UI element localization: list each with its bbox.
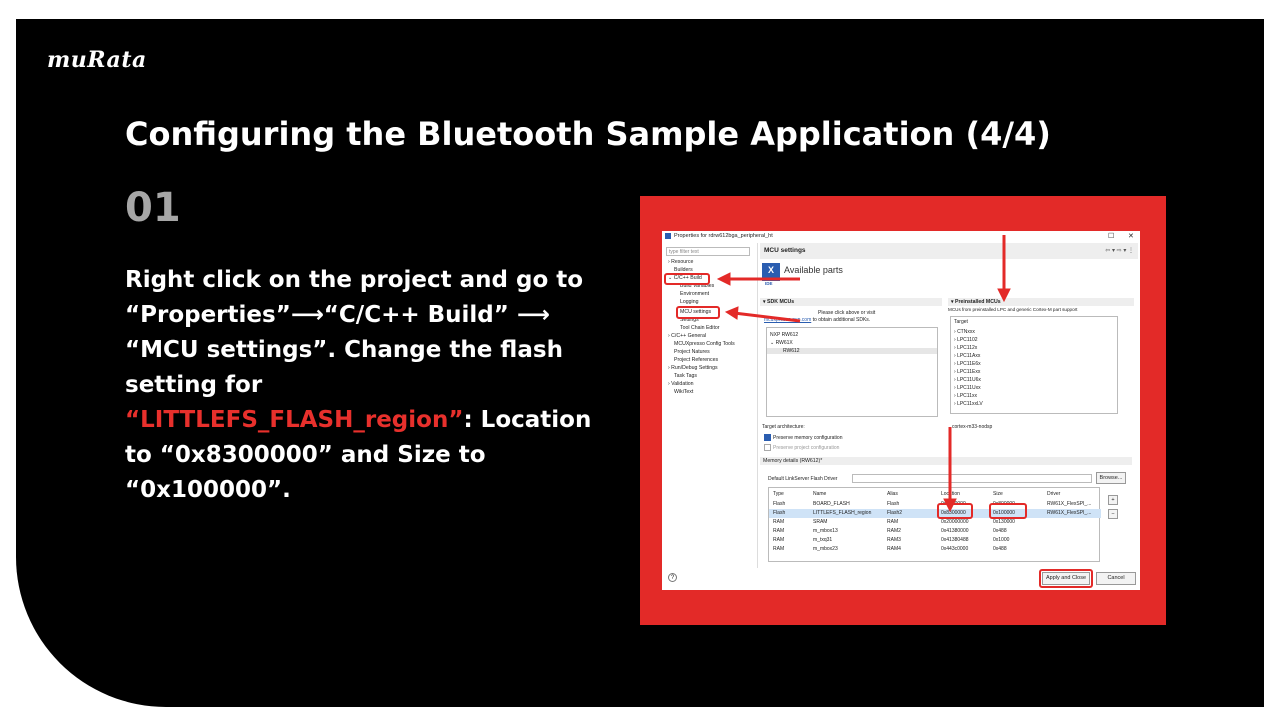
brand-logo: muRata	[47, 47, 147, 73]
location-text: : Location	[463, 407, 592, 433]
cancel-button[interactable]: Cancel	[1096, 572, 1136, 585]
instruction-line: “Properties”⟶“C/C++ Build” ⟶	[125, 298, 645, 333]
filter-input[interactable]: type filter text	[666, 247, 750, 256]
table-row[interactable]: Flash LITTLEFS_FLASH_region Flash2 0x830000…	[769, 509, 1101, 518]
target-item[interactable]: › LPC11xx	[954, 393, 977, 399]
target-item[interactable]: › LPC11Axx	[954, 353, 980, 359]
panel-title: MCU settings	[764, 247, 806, 254]
target-arch-value: cortex-m33-nodsp	[952, 424, 993, 430]
sdk-list: NXP RW612 ⌄ RW61X RW612	[766, 327, 938, 417]
sdk-item-rw61x[interactable]: ⌄ RW61X	[770, 340, 793, 346]
target-item[interactable]: › LPC11U6x	[954, 377, 981, 383]
table-row[interactable]: Flash BOARD_FLASH Flash 0x8000000 0x800000 RW…	[769, 500, 1101, 509]
preserve-project-checkbox[interactable]: Preserve project configuration	[764, 444, 839, 451]
tree-item-natures[interactable]: Project Natures	[674, 349, 710, 355]
checkbox-checked-icon	[764, 434, 771, 441]
sdk-item-rw612[interactable]: RW612	[767, 348, 937, 354]
tree-item-validation[interactable]: › Validation	[668, 381, 694, 387]
tree-item-logging[interactable]: Logging	[680, 299, 698, 305]
instruction-line: “LITTLEFS_FLASH_region”: Location	[125, 403, 645, 438]
arrow-head	[716, 272, 731, 286]
dialog-titlebar: Properties for rdrw612bga_peripheral_ht …	[662, 231, 1140, 241]
maximize-icon[interactable]: ☐	[1108, 232, 1114, 240]
properties-dialog: Properties for rdrw612bga_peripheral_ht …	[662, 231, 1140, 590]
panel-header: MCU settings ⇦ ▾ ⇨ ▾ ⋮	[760, 243, 1138, 259]
target-item[interactable]: › LPC11Uxx	[954, 385, 981, 391]
flash-driver-label: Default LinkServer Flash Driver	[768, 476, 838, 482]
target-item[interactable]: › LPC11Exx	[954, 369, 980, 375]
checkbox-unchecked-icon	[764, 444, 771, 451]
tree-item-tasktags[interactable]: Task Tags	[674, 373, 697, 379]
sdk-hint: Please click above or visit	[818, 310, 876, 316]
target-item[interactable]: › CTNxxx	[954, 329, 975, 335]
sdk-link-line: mcuxpresso.nxp.com to obtain additional …	[764, 317, 871, 323]
target-item[interactable]: › LPC112x	[954, 345, 977, 351]
table-row[interactable]: RAM SRAM RAM 0x20000000 0x130000	[769, 518, 1101, 527]
cbuild-text: “C/C++ Build”	[323, 302, 509, 328]
slide: muRata Configuring the Bluetooth Sample …	[16, 19, 1264, 707]
target-arch-label: Target architecture:	[762, 424, 805, 430]
tree-item-environment[interactable]: Environment	[680, 291, 709, 297]
remove-row-icon[interactable]: −	[1108, 509, 1118, 519]
table-row[interactable]: RAM m_mbox13 RAM2 0x41380000 0x488	[769, 527, 1101, 536]
memory-table: Type Name Alias Location Size Driver Flash BOA…	[768, 487, 1101, 562]
target-item[interactable]: › LPC11E6x	[954, 361, 981, 367]
screenshot-frame: Properties for rdrw612bga_peripheral_ht …	[640, 196, 1166, 625]
table-row[interactable]: RAM m_mbox23 RAM4 0x443c0000 0x488	[769, 545, 1101, 554]
flash-driver-input[interactable]	[852, 474, 1092, 483]
sdk-mcus-bar[interactable]: ▾ SDK MCUs	[760, 298, 942, 306]
tree-item-config-tools[interactable]: MCUXpresso Config Tools	[674, 341, 735, 347]
tree-item-resource[interactable]: › Resource	[668, 259, 693, 265]
mcuxpresso-icon: X	[762, 263, 780, 281]
properties-text: “Properties”	[125, 302, 291, 328]
tree-item-rundebug[interactable]: › Run/Debug Settings	[668, 365, 718, 371]
right-arrow-icon: ⟶	[290, 302, 324, 328]
sdk-item-nxp[interactable]: NXP RW612	[770, 332, 798, 338]
highlight-apply-close	[1039, 569, 1093, 588]
nav-arrows-icon[interactable]: ⇦ ▾ ⇨ ▾ ⋮	[1105, 247, 1134, 254]
highlight-cbuild	[664, 273, 710, 285]
add-row-icon[interactable]: +	[1108, 495, 1118, 505]
instruction-line: “MCU settings”. Change the flash	[125, 337, 563, 363]
arrow-head	[724, 306, 739, 320]
mcu-settings-panel: MCU settings ⇦ ▾ ⇨ ▾ ⋮ X IDE Available p…	[760, 243, 1138, 568]
instructions: Right click on the project and go to “Pr…	[125, 263, 645, 508]
highlight-mcu-settings	[676, 306, 720, 319]
browse-button[interactable]: Browse...	[1096, 472, 1126, 484]
table-header: Type Name Alias Location Size Driver	[773, 491, 1061, 497]
app-icon	[665, 233, 671, 239]
region-name-highlight: “LITTLEFS_FLASH_region”	[125, 407, 464, 433]
highlight-size	[989, 503, 1027, 519]
preserve-memory-checkbox[interactable]: Preserve memory configuration	[764, 434, 842, 441]
ide-label: IDE	[765, 281, 773, 286]
tree-item-wikitext[interactable]: WikiText	[674, 389, 693, 395]
splitter[interactable]	[757, 243, 758, 568]
instruction-line: “0x100000”.	[125, 477, 291, 503]
instruction-line: to “0x8300000” and Size to	[125, 442, 486, 468]
target-list: Target › CTNxxx › LPC1102 › LPC112x › LP…	[950, 316, 1118, 414]
target-item[interactable]: › LPC1102	[954, 337, 978, 343]
tree-item-references[interactable]: Project References	[674, 357, 718, 363]
preinstalled-bar[interactable]: ▾ Preinstalled MCUs	[948, 298, 1134, 306]
step-number: 01	[125, 185, 181, 231]
table-row[interactable]: RAM m_txq31 RAM3 0x41380488 0x1000	[769, 536, 1101, 545]
dialog-title: Properties for rdrw612bga_peripheral_ht	[674, 233, 773, 239]
preinstalled-hint: MCUs from preinstalled LPC and generic C…	[948, 307, 1078, 312]
close-icon[interactable]: ✕	[1128, 232, 1134, 240]
tree-item-toolchain[interactable]: Tool Chain Editor	[680, 325, 720, 331]
memory-details-bar: Memory details (RW612)*	[760, 457, 1132, 465]
sdk-link[interactable]: mcuxpresso.nxp.com	[764, 317, 811, 323]
target-header: Target	[954, 319, 968, 325]
instruction-line: Right click on the project and go to	[125, 267, 584, 293]
available-parts-label: Available parts	[784, 265, 843, 275]
highlight-location	[937, 503, 973, 519]
page-title: Configuring the Bluetooth Sample Applica…	[125, 115, 1051, 153]
target-item[interactable]: › LPC11xxLV	[954, 401, 983, 407]
right-arrow-icon: ⟶	[516, 302, 550, 328]
instruction-line: setting for	[125, 372, 263, 398]
tree-item-cgeneral[interactable]: › C/C++ General	[668, 333, 706, 339]
help-icon[interactable]: ?	[668, 573, 677, 582]
